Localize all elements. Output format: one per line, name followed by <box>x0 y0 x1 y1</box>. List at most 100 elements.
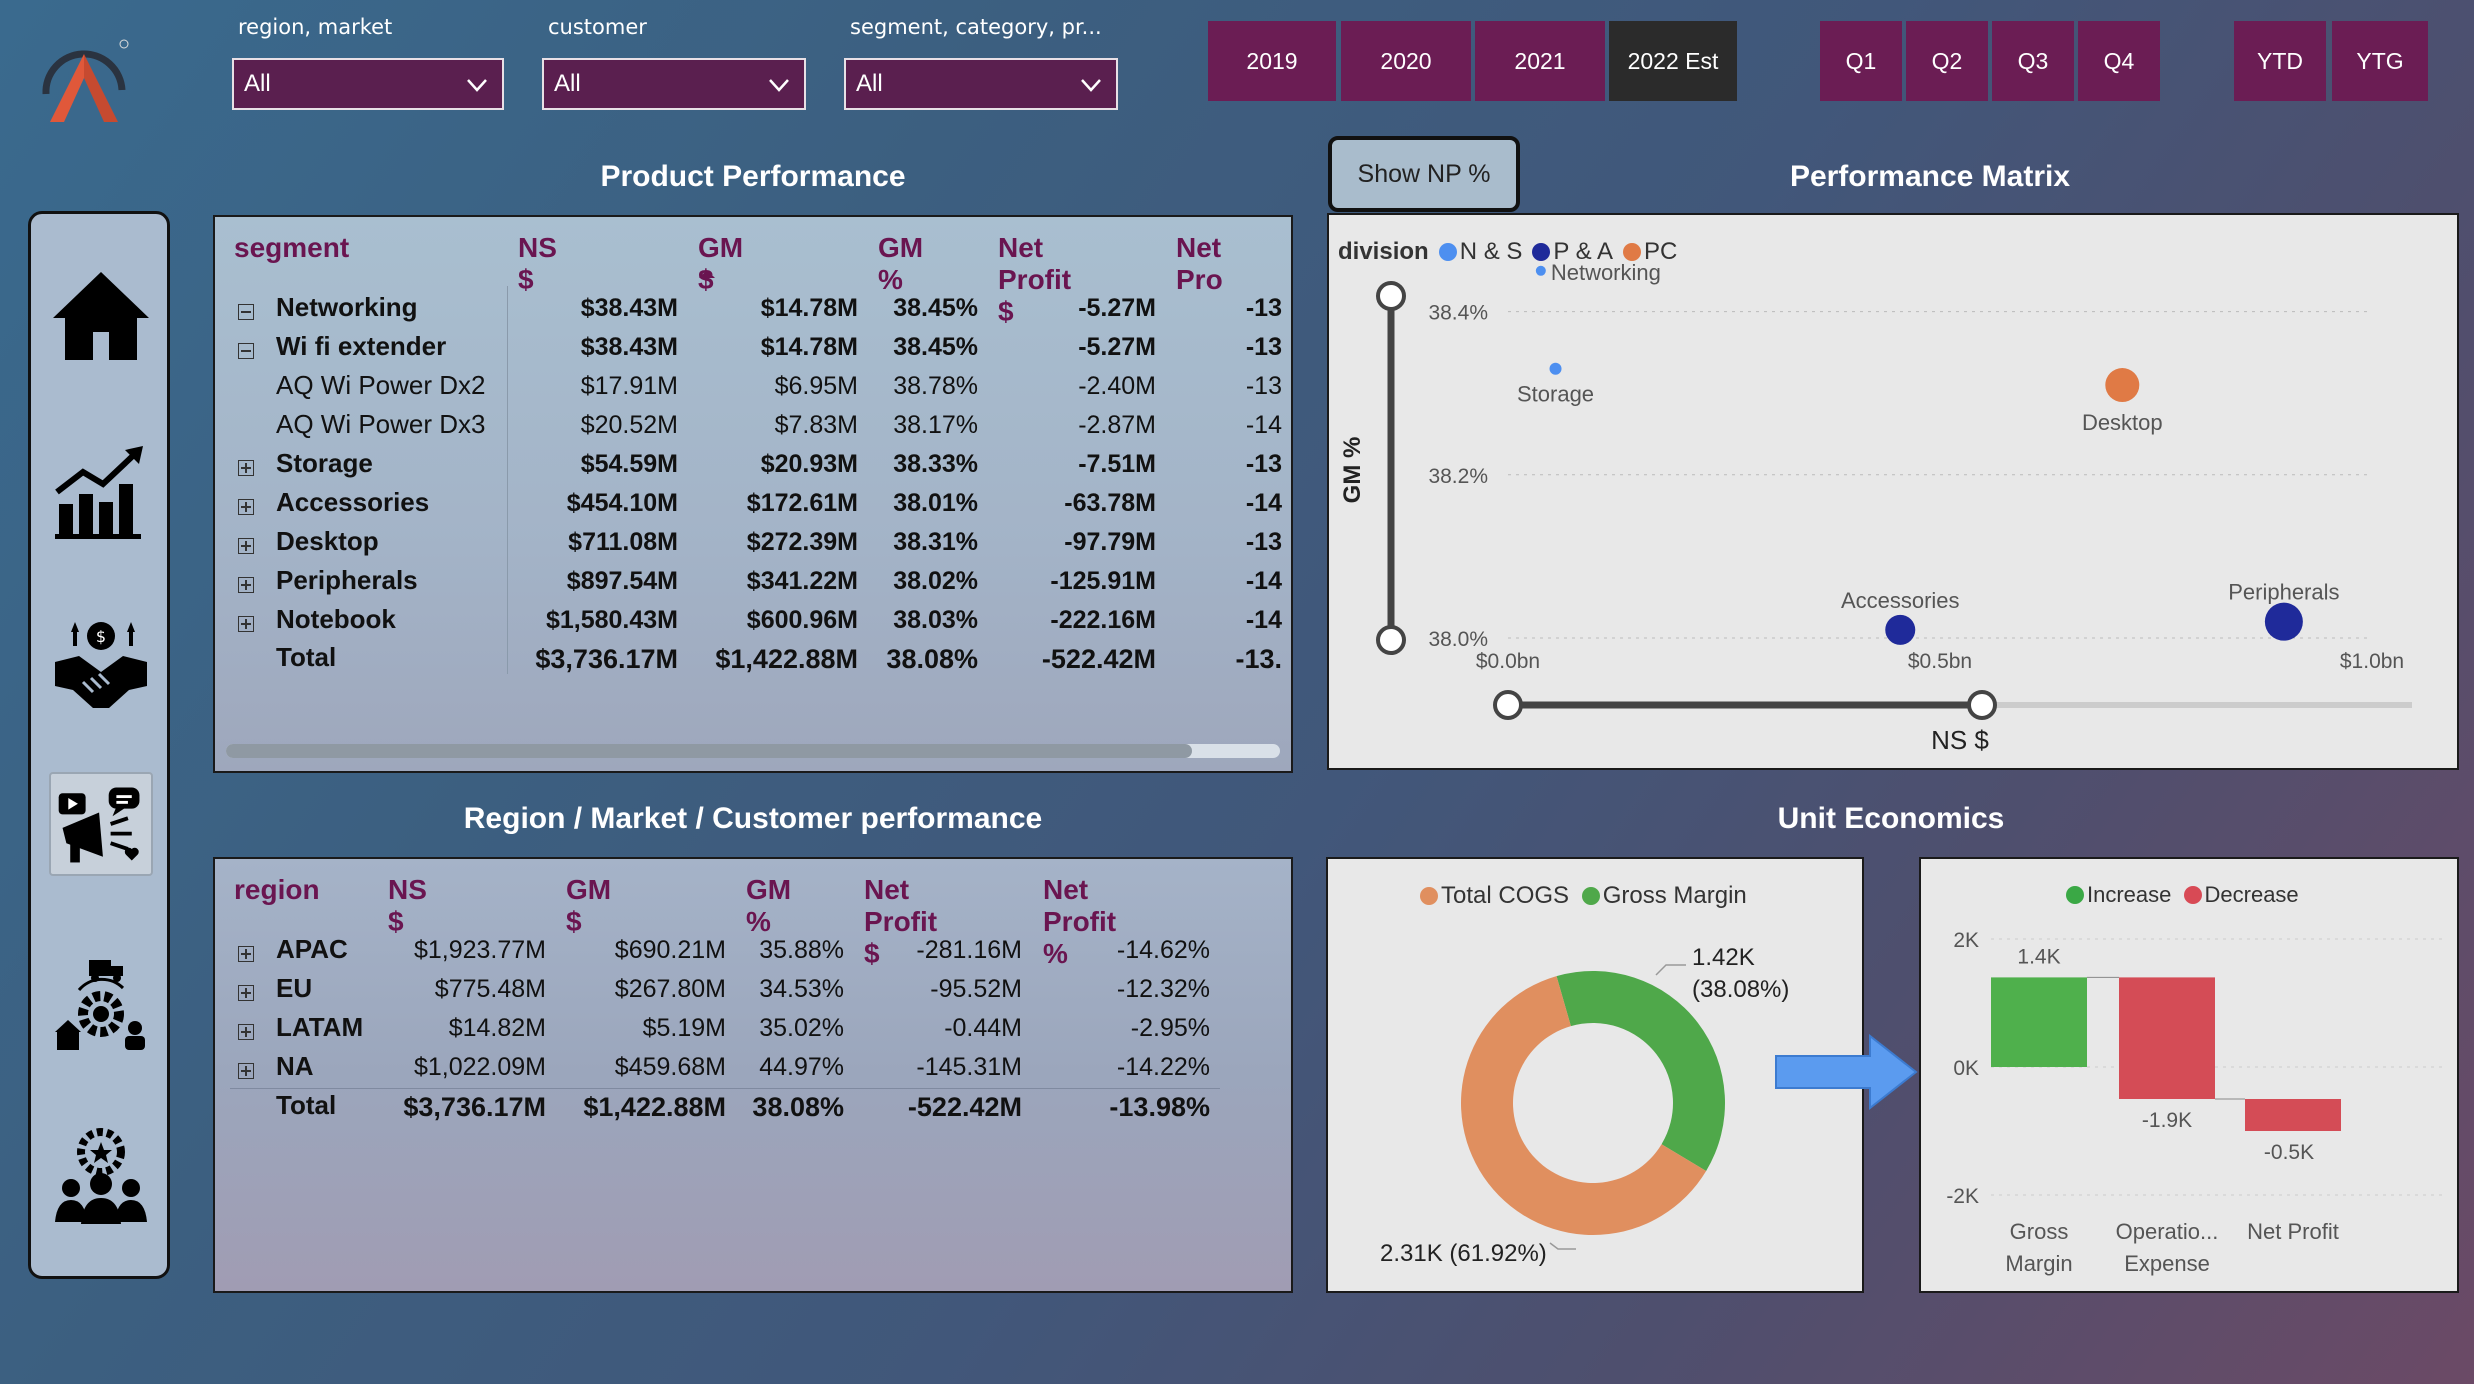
show-np-percent-button[interactable]: Show NP % <box>1328 136 1520 212</box>
collapse-icon[interactable] <box>238 304 254 320</box>
table-cell: $1,022.09M <box>413 1053 546 1081</box>
table-cell: $711.08M <box>568 528 678 556</box>
column-header[interactable]: GM $ <box>566 874 611 938</box>
row-label: LATAM <box>276 1012 364 1042</box>
expand-icon[interactable] <box>238 499 254 515</box>
segment-category-dropdown[interactable]: All <box>844 58 1118 110</box>
expand-icon[interactable] <box>238 985 254 1001</box>
table-row[interactable]: AQ Wi Power Dx3 $20.52M $7.83M 38.17% -2.87M… <box>230 409 1290 445</box>
table-cell: $38.43M <box>580 294 678 322</box>
region-market-dropdown[interactable]: All <box>232 58 504 110</box>
total-label: Total <box>276 1090 337 1120</box>
waterfall-bar[interactable] <box>2119 977 2215 1099</box>
performance-matrix-panel <box>1327 213 2459 770</box>
legend-item[interactable]: P & A <box>1553 238 1613 265</box>
waterfall-bar[interactable] <box>1991 977 2087 1067</box>
table-row[interactable]: Networking $38.43M $14.78M 38.45% -5.27M -13 <box>230 292 1290 328</box>
quarter-q4-button[interactable]: Q4 <box>2078 21 2160 101</box>
table-cell: $775.48M <box>434 975 546 1003</box>
filter-label-customer: customer <box>548 15 647 39</box>
column-header[interactable]: segment <box>234 232 349 264</box>
quarter-q3-button[interactable]: Q3 <box>1992 21 2074 101</box>
expand-icon[interactable] <box>238 1063 254 1079</box>
legend-item[interactable]: PC <box>1644 238 1677 265</box>
waterfall-chart: 2K 0K -2K 1.4K -1.9K -0.5K Gross Margin Operatio… <box>1946 929 2443 1276</box>
table-cell: $459.68M <box>614 1053 726 1081</box>
cogs-value-label: 2.31K (61.92%) <box>1380 1240 1547 1267</box>
unit-economics-title: Unit Economics <box>1777 802 2005 835</box>
nav-supply-chain[interactable] <box>49 954 153 1058</box>
table-row[interactable]: Storage $54.59M $20.93M 38.33% -7.51M -13 <box>230 448 1290 484</box>
column-header[interactable]: GM $ <box>698 232 743 296</box>
bar-value-label: 1.4K <box>2017 945 2060 968</box>
marketing-icon <box>58 787 140 863</box>
table-cell: $272.39M <box>746 528 858 556</box>
category-label: Gross <box>2010 1219 2069 1244</box>
table-row[interactable]: Peripherals $897.54M $341.22M 38.02% -125.91… <box>230 565 1290 601</box>
column-header[interactable]: NS $ <box>388 874 427 938</box>
waterfall-bar[interactable] <box>2245 1099 2341 1131</box>
year-2020-button[interactable]: 2020 <box>1341 21 1471 101</box>
table-cell: -5.27M <box>1078 333 1156 361</box>
scrollbar-thumb[interactable] <box>226 744 1192 758</box>
column-header[interactable]: Net Pro <box>1176 232 1223 296</box>
table-cell: -2.40M <box>1078 372 1156 400</box>
nav-executive[interactable] <box>49 1126 153 1230</box>
year-2021-button[interactable]: 2021 <box>1475 21 1605 101</box>
table-cell: -12.32% <box>1116 975 1210 1003</box>
nav-marketing[interactable] <box>49 772 153 876</box>
total-cell: -13.98% <box>1109 1092 1210 1122</box>
category-label: Operatio... <box>2116 1219 2219 1244</box>
nav-finance[interactable] <box>49 440 153 544</box>
quarter-q2-button[interactable]: Q2 <box>1906 21 1988 101</box>
customer-dropdown[interactable]: All <box>542 58 806 110</box>
collapse-icon[interactable] <box>238 343 254 359</box>
category-label: Margin <box>2005 1251 2072 1276</box>
table-row[interactable]: EU $775.48M $267.80M 34.53% -95.52M -12.32% <box>230 973 1230 1009</box>
table-cell: -14 <box>1245 489 1282 517</box>
nav-sales[interactable]: $ <box>49 612 153 716</box>
bar-value-label: -0.5K <box>2264 1141 2314 1164</box>
table-row[interactable]: AQ Wi Power Dx2 $17.91M $6.95M 38.78% -2.40M… <box>230 370 1290 406</box>
table-cell: 38.45% <box>893 294 978 322</box>
nav-home[interactable] <box>49 264 153 368</box>
expand-icon[interactable] <box>238 577 254 593</box>
year-2022-est-button[interactable]: 2022 Est <box>1609 21 1737 101</box>
year-2019-button[interactable]: 2019 <box>1208 21 1336 101</box>
supply-chain-icon <box>55 960 145 1050</box>
legend-item[interactable]: N & S <box>1460 238 1523 265</box>
column-header[interactable]: region <box>234 874 320 906</box>
row-label: Notebook <box>276 604 396 634</box>
column-header[interactable]: NS $ <box>518 232 557 296</box>
table-cell: -7.51M <box>1078 450 1156 478</box>
table-row[interactable]: NA $1,022.09M $459.68M 44.97% -145.31M -14.22… <box>230 1051 1230 1087</box>
show-np-label: Show NP % <box>1357 159 1491 188</box>
expand-icon[interactable] <box>238 538 254 554</box>
table-row[interactable]: LATAM $14.82M $5.19M 35.02% -0.44M -2.95% <box>230 1012 1230 1048</box>
table-cell: $54.59M <box>580 450 678 478</box>
dropdown-value: All <box>244 70 271 97</box>
filter-label-segment: segment, category, pr... <box>850 15 1102 39</box>
column-header[interactable]: GM % <box>878 232 923 296</box>
expand-icon[interactable] <box>238 1024 254 1040</box>
matrix-legend: division N & S P & A PC <box>1338 238 1687 266</box>
row-label: NA <box>276 1051 314 1081</box>
table-row[interactable]: Desktop $711.08M $272.39M 38.31% -97.79M -13 <box>230 526 1290 562</box>
table-row[interactable]: APAC $1,923.77M $690.21M 35.88% -281.16M -14.… <box>230 934 1230 970</box>
row-label: AQ Wi Power Dx2 <box>276 370 486 400</box>
table-cell: -97.79M <box>1064 528 1156 556</box>
table-row[interactable]: Accessories $454.10M $172.61M 38.01% -63.78M… <box>230 487 1290 523</box>
ytd-button[interactable]: YTD <box>2234 21 2326 101</box>
sort-indicator-icon <box>699 270 715 278</box>
table-row[interactable]: Notebook $1,580.43M $600.96M 38.03% -222.16M… <box>230 604 1290 640</box>
column-header[interactable]: GM % <box>746 874 791 938</box>
expand-icon[interactable] <box>238 616 254 632</box>
right-arrow-icon <box>1775 1034 1918 1110</box>
quarter-q1-button[interactable]: Q1 <box>1820 21 1902 101</box>
expand-icon[interactable] <box>238 946 254 962</box>
table-row[interactable]: Wi fi extender $38.43M $14.78M 38.45% -5.27M… <box>230 331 1290 367</box>
ytg-button[interactable]: YTG <box>2332 21 2428 101</box>
expand-icon[interactable] <box>238 460 254 476</box>
table-cell: -63.78M <box>1064 489 1156 517</box>
table-cell: -145.31M <box>916 1053 1022 1081</box>
